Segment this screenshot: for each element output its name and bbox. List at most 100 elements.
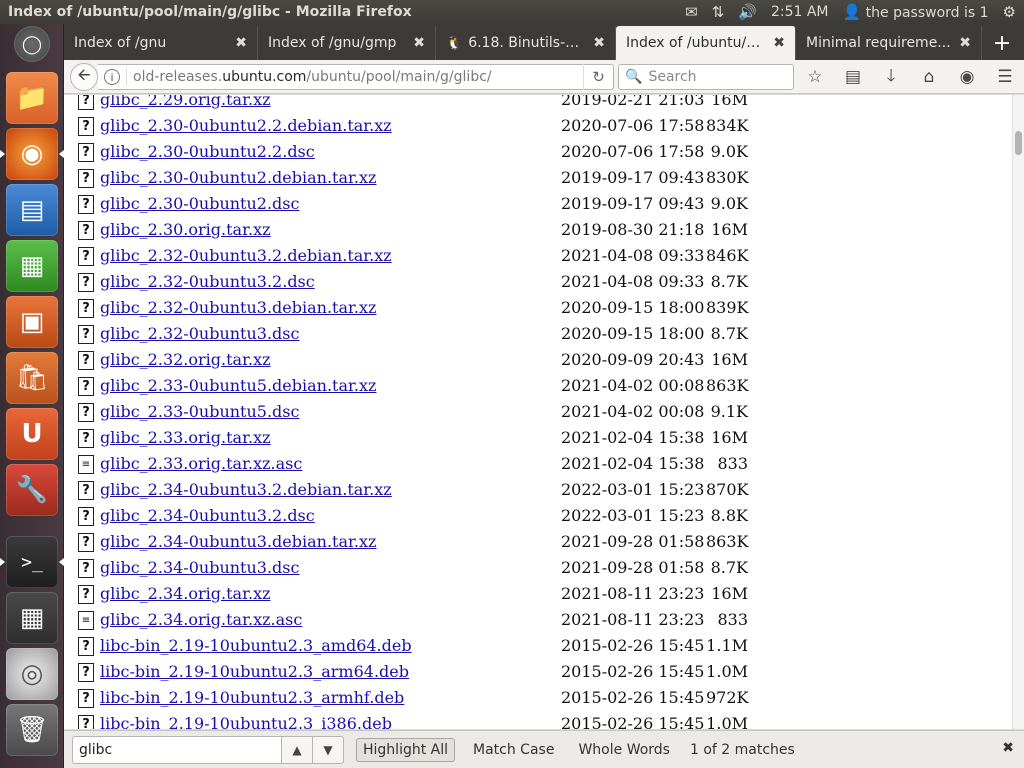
file-link[interactable]: glibc_2.34-0ubuntu3.dsc <box>100 558 299 577</box>
file-link[interactable]: libc-bin_2.19-10ubuntu2.3_arm64.deb <box>100 662 409 681</box>
libreoffice-writer-icon[interactable]: ▤ <box>6 184 58 236</box>
network-icon[interactable]: ⇅ <box>712 3 725 21</box>
unknown-file-icon: ? <box>78 637 94 656</box>
unknown-file-icon: ? <box>78 117 94 136</box>
dash-home-icon[interactable]: ◯ <box>14 26 50 62</box>
clock[interactable]: 2:51 AM <box>771 4 829 20</box>
unknown-file-icon: ? <box>78 169 94 188</box>
find-input[interactable]: glibc <box>72 735 282 764</box>
user-menu[interactable]: 👤 the password is 1 <box>843 3 989 21</box>
firefox-icon[interactable]: ◉ <box>6 128 58 180</box>
url-bar[interactable]: i old-releases.ubuntu.com/ubuntu/pool/ma… <box>98 64 614 90</box>
close-icon[interactable]: ✖ <box>1002 740 1014 756</box>
back-button[interactable]: 🡨 <box>70 63 98 91</box>
url-text[interactable]: old-releases.ubuntu.com/ubuntu/pool/main… <box>133 69 583 85</box>
unknown-file-icon: ? <box>78 403 94 422</box>
file-link[interactable]: glibc_2.32-0ubuntu3.2.debian.tar.xz <box>100 246 392 265</box>
menu-icon[interactable]: ☰ <box>986 60 1024 94</box>
table-row: ? glibc_2.30-0ubuntu2.2.dsc 2020-07-06 17:… <box>74 139 774 165</box>
new-tab-button[interactable]: + <box>982 26 1022 60</box>
close-icon[interactable]: ✖ <box>773 35 785 51</box>
reload-icon[interactable]: ↻ <box>583 64 613 90</box>
reading-list-icon[interactable]: ▤ <box>834 60 872 94</box>
toolbar-icons: ☆ ▤ 🡓 ⌂ ◉ ☰ <box>796 60 1024 94</box>
trash-icon[interactable]: 🗑 <box>6 704 58 756</box>
file-link[interactable]: glibc_2.30-0ubuntu2.2.dsc <box>100 142 315 161</box>
workspace-switcher-icon[interactable]: ▦ <box>6 592 58 644</box>
search-input[interactable]: 🔍 Search <box>618 64 794 90</box>
ubuntu-one-icon[interactable]: U <box>6 408 58 460</box>
close-icon[interactable]: ✖ <box>235 35 247 51</box>
unknown-file-icon: ? <box>78 585 94 604</box>
downloads-icon[interactable]: 🡓 <box>872 60 910 94</box>
table-row: ? libc-bin_2.19-10ubuntu2.3_arm64.deb 2015… <box>74 659 774 685</box>
whole-words-toggle[interactable]: Whole Words <box>572 739 676 761</box>
files-icon[interactable]: 📁 <box>6 72 58 124</box>
tab-minimal-requirements[interactable]: Minimal requireme... ✖ <box>796 26 982 60</box>
match-case-toggle[interactable]: Match Case <box>467 739 560 761</box>
file-link[interactable]: glibc_2.34.orig.tar.xz <box>100 584 271 603</box>
mail-icon[interactable]: ✉ <box>685 3 698 21</box>
table-row: ? libc-bin_2.19-10ubuntu2.3_i386.deb 2015-… <box>74 711 774 729</box>
unknown-file-icon: ? <box>78 533 94 552</box>
file-link[interactable]: glibc_2.32.orig.tar.xz <box>100 350 271 369</box>
file-link[interactable]: glibc_2.34.orig.tar.xz.asc <box>100 610 302 629</box>
software-center-icon[interactable]: 🛍 <box>6 352 58 404</box>
bookmark-star-icon[interactable]: ☆ <box>796 60 834 94</box>
file-link[interactable]: libc-bin_2.19-10ubuntu2.3_i386.deb <box>100 714 392 729</box>
file-link[interactable]: glibc_2.34-0ubuntu3.2.dsc <box>100 506 315 525</box>
file-date: 2021-08-11 23:23 <box>561 610 705 629</box>
unknown-file-icon: ? <box>78 195 94 214</box>
file-link[interactable]: glibc_2.34-0ubuntu3.debian.tar.xz <box>100 532 376 551</box>
file-link[interactable]: glibc_2.33.orig.tar.xz.asc <box>100 454 302 473</box>
close-icon[interactable]: ✖ <box>959 35 971 51</box>
file-link[interactable]: glibc_2.33-0ubuntu5.dsc <box>100 402 299 421</box>
directory-listing: ? glibc_2.29.orig.tar.xz 2019-02-21 21:03 1… <box>74 95 774 729</box>
file-link[interactable]: glibc_2.30-0ubuntu2.dsc <box>100 194 299 213</box>
file-link[interactable]: glibc_2.30.orig.tar.xz <box>100 220 271 239</box>
file-link[interactable]: libc-bin_2.19-10ubuntu2.3_amd64.deb <box>100 636 412 655</box>
file-link[interactable]: glibc_2.33-0ubuntu5.debian.tar.xz <box>100 376 376 395</box>
file-size: 870K <box>706 480 749 499</box>
scrollbar-thumb[interactable] <box>1015 131 1022 155</box>
unknown-file-icon: ? <box>78 377 94 396</box>
terminal-icon[interactable]: >_ <box>6 536 58 588</box>
home-icon[interactable]: ⌂ <box>910 60 948 94</box>
file-link[interactable]: glibc_2.32-0ubuntu3.dsc <box>100 324 299 343</box>
tab-label: Index of /ubuntu/p... <box>626 35 766 51</box>
file-size: 1.0M <box>706 662 748 681</box>
file-size: 16M <box>711 95 748 109</box>
file-date: 2021-08-11 23:23 <box>561 584 705 603</box>
file-link[interactable]: glibc_2.32-0ubuntu3.2.dsc <box>100 272 315 291</box>
vertical-scrollbar[interactable] <box>1012 95 1024 729</box>
table-row: ? libc-bin_2.19-10ubuntu2.3_amd64.deb 2015… <box>74 633 774 659</box>
tab-index-ubuntu-pool[interactable]: Index of /ubuntu/p... ✖ <box>616 26 796 60</box>
libreoffice-impress-icon[interactable]: ▣ <box>6 296 58 348</box>
unknown-file-icon: ? <box>78 221 94 240</box>
dvd-drive-icon[interactable]: ◎ <box>6 648 58 700</box>
find-next-button[interactable]: ▼ <box>313 735 344 764</box>
pocket-icon[interactable]: ◉ <box>948 60 986 94</box>
find-status: 1 of 2 matches <box>689 741 795 758</box>
highlight-all-toggle[interactable]: Highlight All <box>356 737 456 762</box>
tab-index-gnu[interactable]: Index of /gnu ✖ <box>64 26 258 60</box>
file-link[interactable]: glibc_2.30-0ubuntu2.debian.tar.xz <box>100 168 376 187</box>
page-content: ? glibc_2.29.orig.tar.xz 2019-02-21 21:03 1… <box>64 95 1012 729</box>
gear-icon[interactable]: ⚙ <box>1003 3 1016 21</box>
file-link[interactable]: libc-bin_2.19-10ubuntu2.3_armhf.deb <box>100 688 404 707</box>
find-previous-button[interactable]: ▲ <box>282 735 313 764</box>
tab-index-gnu-gmp[interactable]: Index of /gnu/gmp ✖ <box>258 26 436 60</box>
file-link[interactable]: glibc_2.30-0ubuntu2.2.debian.tar.xz <box>100 116 392 135</box>
file-link[interactable]: glibc_2.34-0ubuntu3.2.debian.tar.xz <box>100 480 392 499</box>
info-icon[interactable]: i <box>104 69 120 85</box>
file-date: 2021-04-02 00:08 <box>561 376 705 395</box>
file-link[interactable]: glibc_2.32-0ubuntu3.debian.tar.xz <box>100 298 376 317</box>
file-link[interactable]: glibc_2.33.orig.tar.xz <box>100 428 271 447</box>
libreoffice-calc-icon[interactable]: ▦ <box>6 240 58 292</box>
volume-icon[interactable]: 🔊 <box>738 3 757 21</box>
close-icon[interactable]: ✖ <box>413 35 425 51</box>
file-link[interactable]: glibc_2.29.orig.tar.xz <box>100 95 271 109</box>
system-settings-icon[interactable]: 🔧 <box>6 464 58 516</box>
close-icon[interactable]: ✖ <box>593 35 605 51</box>
tab-binutils[interactable]: 🐧 6.18. Binutils-2.34 ✖ <box>436 26 616 60</box>
